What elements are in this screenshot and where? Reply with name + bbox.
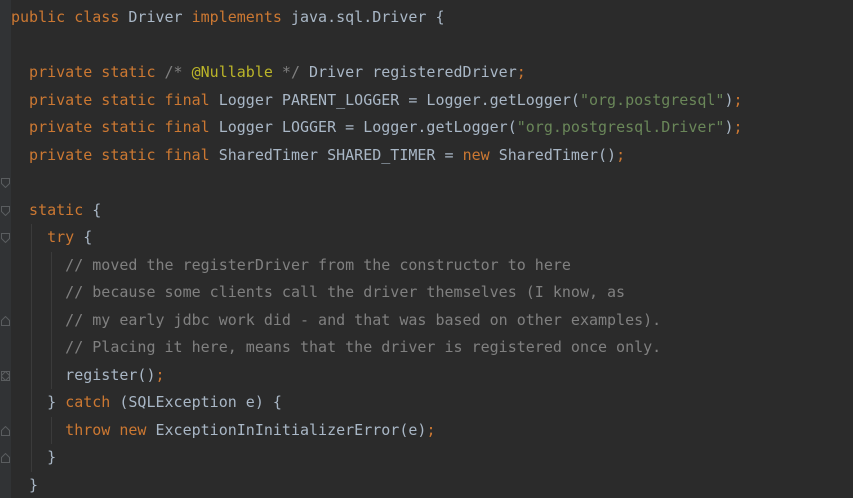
code-line[interactable]: private static final Logger PARENT_LOGGE…	[11, 87, 743, 115]
code-token: // because some clients call the driver …	[11, 283, 626, 301]
indent-guide	[51, 251, 52, 389]
code-token: new	[462, 145, 499, 164]
fold-end-icon[interactable]	[1, 315, 10, 326]
code-token: Logger LOGGER = Logger.getLogger(	[218, 118, 517, 136]
code-token: ;	[733, 90, 743, 109]
code-token: }	[11, 393, 66, 411]
code-token: Driver registeredDriver	[309, 63, 517, 81]
fold-start-icon[interactable]	[1, 370, 10, 381]
code-token: // my early jdbc work did - and that was…	[11, 310, 662, 329]
code-line[interactable]: public class Driver implements java.sql.…	[11, 4, 445, 32]
code-token: "org.postgresql"	[579, 90, 725, 109]
code-token: // moved the registerDriver from the con…	[11, 255, 571, 274]
code-token: ExceptionInInitializerError(e)	[155, 420, 427, 439]
code-line[interactable]: private static final Logger LOGGER = Log…	[11, 114, 743, 142]
code-token: catch	[65, 393, 120, 411]
code-token: SharedTimer SHARED_TIMER =	[218, 145, 463, 164]
code-line[interactable]: // moved the registerDriver from the con…	[11, 252, 571, 280]
code-token: "org.postgresql.Driver"	[516, 118, 725, 136]
code-token: private static final	[11, 90, 219, 109]
code-line[interactable]: // Placing it here, means that the drive…	[11, 334, 661, 362]
code-line[interactable]: } catch (SQLException e) {	[11, 389, 282, 417]
code-token: private static final	[11, 118, 219, 136]
code-token: ;	[516, 63, 526, 81]
fold-start-icon[interactable]	[1, 233, 10, 243]
code-area[interactable]: public class Driver implements java.sql.…	[11, 0, 853, 498]
code-token: SharedTimer()	[498, 145, 617, 164]
code-token: (SQLException e) {	[119, 393, 282, 411]
code-token: }	[11, 448, 57, 466]
code-token: /*	[164, 63, 192, 81]
code-token: */	[272, 63, 310, 81]
code-line[interactable]: }	[11, 472, 38, 498]
code-line[interactable]: private static final SharedTimer SHARED_…	[11, 142, 625, 170]
code-token: }	[11, 475, 39, 494]
code-line[interactable]: try {	[11, 224, 92, 252]
code-token: {	[92, 200, 102, 219]
code-token: @Nullable	[191, 63, 273, 81]
code-line[interactable]: private static /* @Nullable */ Driver re…	[11, 59, 526, 87]
code-line[interactable]: throw new ExceptionInInitializerError(e)…	[11, 417, 435, 445]
code-token: java.sql.Driver {	[290, 8, 445, 26]
fold-start-icon[interactable]	[1, 178, 10, 188]
code-token: ;	[733, 118, 743, 136]
code-token: // Placing it here, means that the drive…	[11, 338, 662, 356]
indent-guide	[31, 224, 32, 472]
code-token: ;	[155, 365, 165, 384]
fold-gutter[interactable]	[0, 0, 11, 498]
code-line[interactable]: }	[11, 444, 56, 472]
code-line[interactable]: register();	[11, 362, 165, 390]
code-token: private static	[11, 63, 165, 81]
code-token: static	[11, 200, 93, 219]
indent-guide	[51, 416, 52, 444]
code-line[interactable]: static {	[11, 197, 101, 225]
code-token: throw new	[11, 420, 156, 439]
code-token: ;	[616, 145, 626, 164]
code-token: {	[83, 228, 93, 246]
fold-end-icon[interactable]	[1, 425, 10, 436]
code-token: ;	[426, 420, 436, 439]
code-token: implements	[191, 8, 291, 26]
code-token: Driver	[128, 8, 192, 26]
code-token: public class	[11, 8, 129, 26]
fold-start-icon[interactable]	[1, 205, 10, 216]
code-token: Logger PARENT_LOGGER = Logger.getLogger(	[218, 90, 580, 109]
code-token: private static final	[11, 145, 219, 164]
code-editor[interactable]: public class Driver implements java.sql.…	[0, 0, 853, 498]
fold-end-icon[interactable]	[1, 453, 10, 463]
code-token: try	[11, 228, 84, 246]
code-line[interactable]: // because some clients call the driver …	[11, 279, 625, 307]
code-token: register()	[11, 365, 156, 384]
code-line[interactable]: // my early jdbc work did - and that was…	[11, 307, 661, 335]
